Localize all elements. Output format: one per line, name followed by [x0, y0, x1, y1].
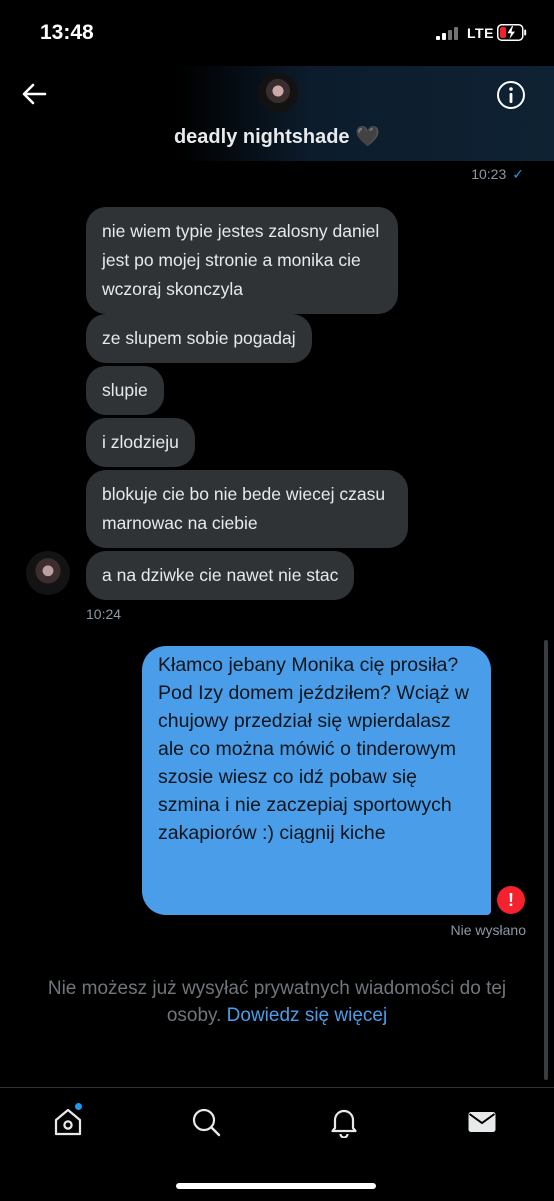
- received-time: 10:24: [86, 606, 122, 622]
- scrollbar[interactable]: [544, 640, 548, 1080]
- messages-icon[interactable]: [466, 1106, 498, 1138]
- status-bar: 13:48 LTE: [0, 0, 554, 66]
- previous-message-time: 10:23: [471, 166, 507, 182]
- learn-more-link[interactable]: Dowiedz się więcej: [227, 1005, 388, 1026]
- previous-message-meta: 10:23 ✓: [471, 166, 524, 183]
- contact-avatar[interactable]: [258, 73, 298, 113]
- received-message[interactable]: ze slupem sobie pogadaj: [86, 314, 312, 363]
- sent-message[interactable]: Kłamco jebany Monika cię prosiła? Pod Iz…: [142, 646, 491, 915]
- status-time: 13:48: [40, 21, 94, 44]
- received-message[interactable]: blokuje cie bo nie bede wiecej czasu mar…: [86, 470, 408, 548]
- received-message[interactable]: i zlodzieju: [86, 418, 195, 467]
- send-status: Nie wysłano: [450, 922, 526, 938]
- contact-name[interactable]: deadly nightshade 🖤: [0, 124, 554, 149]
- blocked-notice: Nie możesz już wysyłać prywatnych wiadom…: [20, 975, 534, 1029]
- arrow-left-icon[interactable]: [20, 80, 48, 108]
- received-message[interactable]: slupie: [86, 366, 164, 415]
- home-indicator[interactable]: [176, 1183, 376, 1189]
- received-message[interactable]: a na dziwke cie nawet nie stac: [86, 551, 355, 600]
- search-icon[interactable]: [190, 1106, 222, 1138]
- notifications-icon[interactable]: [328, 1106, 360, 1138]
- info-icon[interactable]: [496, 80, 526, 110]
- home-icon[interactable]: [52, 1106, 84, 1138]
- signal-icon: [436, 26, 462, 40]
- battery-charging-icon: [497, 24, 527, 41]
- new-content-dot: [75, 1103, 82, 1110]
- checkmark-icon: ✓: [512, 166, 524, 182]
- received-message[interactable]: nie wiem typie jestes zalosny daniel jes…: [86, 207, 398, 314]
- conversation-header: deadly nightshade 🖤: [0, 66, 554, 171]
- network-type: LTE: [467, 25, 494, 41]
- error-icon[interactable]: !: [497, 886, 525, 914]
- sender-avatar[interactable]: [26, 551, 70, 595]
